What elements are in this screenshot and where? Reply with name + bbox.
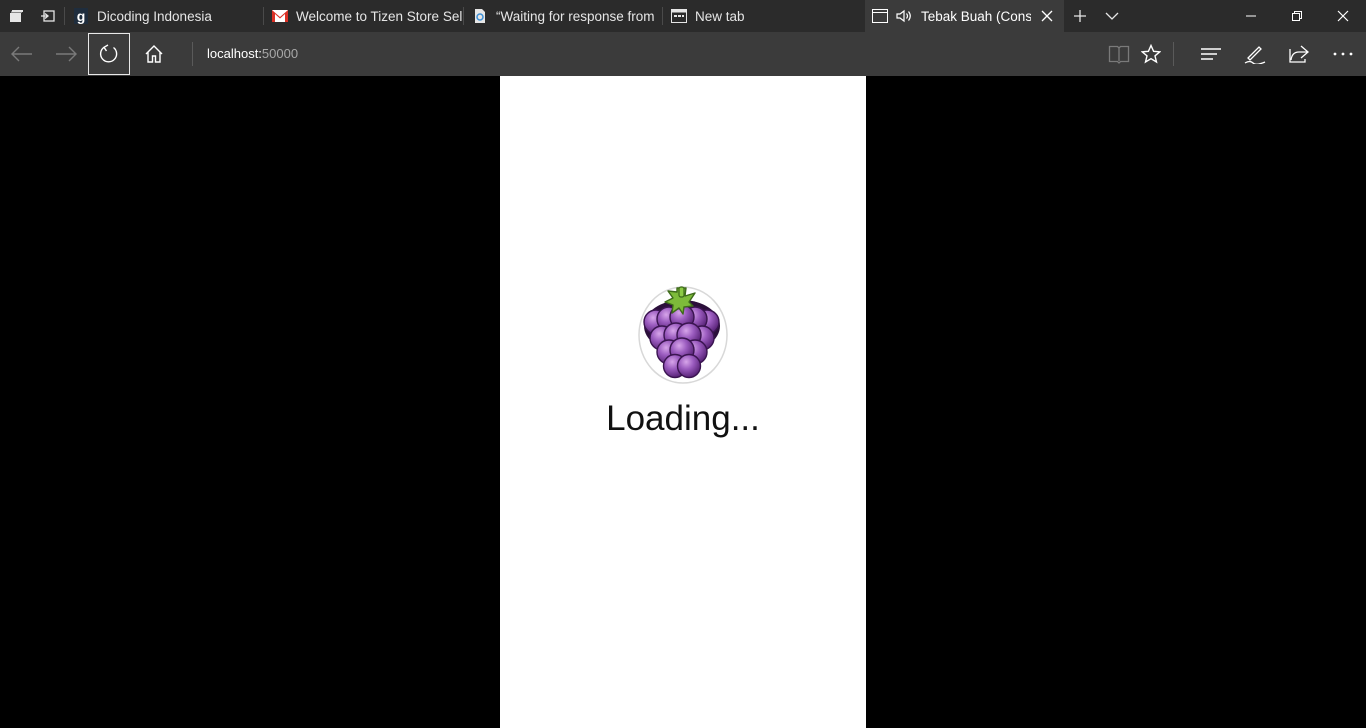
minimize-button[interactable]	[1228, 0, 1274, 32]
gmail-icon	[272, 8, 288, 24]
tab-waiting[interactable]: “Waiting for response from	[464, 0, 662, 32]
tab-list-button[interactable]	[1096, 0, 1128, 32]
refresh-icon	[99, 44, 118, 63]
address-port: 50000	[261, 46, 299, 61]
plus-icon	[1074, 10, 1086, 22]
more-icon	[1333, 52, 1353, 56]
address-host: localhost:	[207, 46, 262, 61]
book-icon	[1108, 45, 1130, 64]
tab-preview-button[interactable]	[0, 0, 32, 32]
page-icon	[872, 8, 888, 24]
address-bar[interactable]: localhost:50000	[207, 32, 298, 76]
close-icon	[1337, 10, 1349, 22]
hub-button[interactable]	[1189, 32, 1233, 76]
page-viewport: Loading...	[0, 76, 1366, 728]
svg-text:g: g	[77, 8, 86, 24]
grapes-icon	[636, 282, 730, 386]
restore-button[interactable]	[1274, 0, 1320, 32]
home-icon	[145, 45, 163, 63]
tab-title: “Waiting for response from	[496, 8, 655, 24]
app-screen: Loading...	[500, 76, 866, 728]
favorite-button[interactable]	[1129, 32, 1173, 76]
navigation-toolbar: localhost:50000	[0, 32, 1366, 76]
web-note-button[interactable]	[1233, 32, 1277, 76]
dicoding-logo-icon: g	[73, 8, 89, 24]
set-aside-tabs-button[interactable]	[32, 0, 64, 32]
close-tab-button[interactable]	[1039, 8, 1055, 27]
share-icon	[1289, 45, 1309, 63]
tab-title: Tebak Buah (Constr	[921, 8, 1031, 24]
arrow-left-icon	[11, 46, 32, 62]
more-button[interactable]	[1321, 32, 1365, 76]
share-button[interactable]	[1277, 32, 1321, 76]
new-tab-button[interactable]	[1064, 0, 1096, 32]
back-button[interactable]	[0, 32, 44, 76]
audio-playing-icon[interactable]	[896, 8, 912, 24]
home-button[interactable]	[132, 32, 176, 76]
arrow-right-icon	[56, 46, 77, 62]
tab-title: New tab	[695, 8, 745, 24]
pen-icon	[1244, 46, 1266, 64]
tab-gmail[interactable]: Welcome to Tizen Store Sell	[264, 0, 463, 32]
tab-new-tab[interactable]: New tab	[663, 0, 863, 32]
hub-icon	[1201, 48, 1221, 60]
close-window-button[interactable]	[1320, 0, 1366, 32]
close-icon	[1041, 10, 1053, 22]
set-aside-icon	[41, 10, 55, 22]
new-tab-icon	[671, 8, 687, 24]
tab-title: Welcome to Tizen Store Sell	[296, 8, 463, 24]
refresh-button[interactable]	[88, 33, 130, 75]
minimize-icon	[1246, 15, 1256, 17]
tab-bar: g Dicoding Indonesia Welcome to Tizen St…	[0, 0, 1366, 32]
loading-text: Loading...	[606, 399, 760, 438]
page-loading-icon	[472, 8, 488, 24]
star-icon	[1141, 44, 1161, 64]
forward-button[interactable]	[44, 32, 88, 76]
restore-icon	[1292, 11, 1302, 21]
tab-title: Dicoding Indonesia	[97, 8, 212, 24]
chevron-down-icon	[1105, 12, 1119, 20]
tab-dicoding[interactable]: g Dicoding Indonesia	[65, 0, 263, 32]
tab-tebak-buah[interactable]: Tebak Buah (Constr	[865, 0, 1064, 32]
tab-preview-icon	[10, 10, 23, 22]
